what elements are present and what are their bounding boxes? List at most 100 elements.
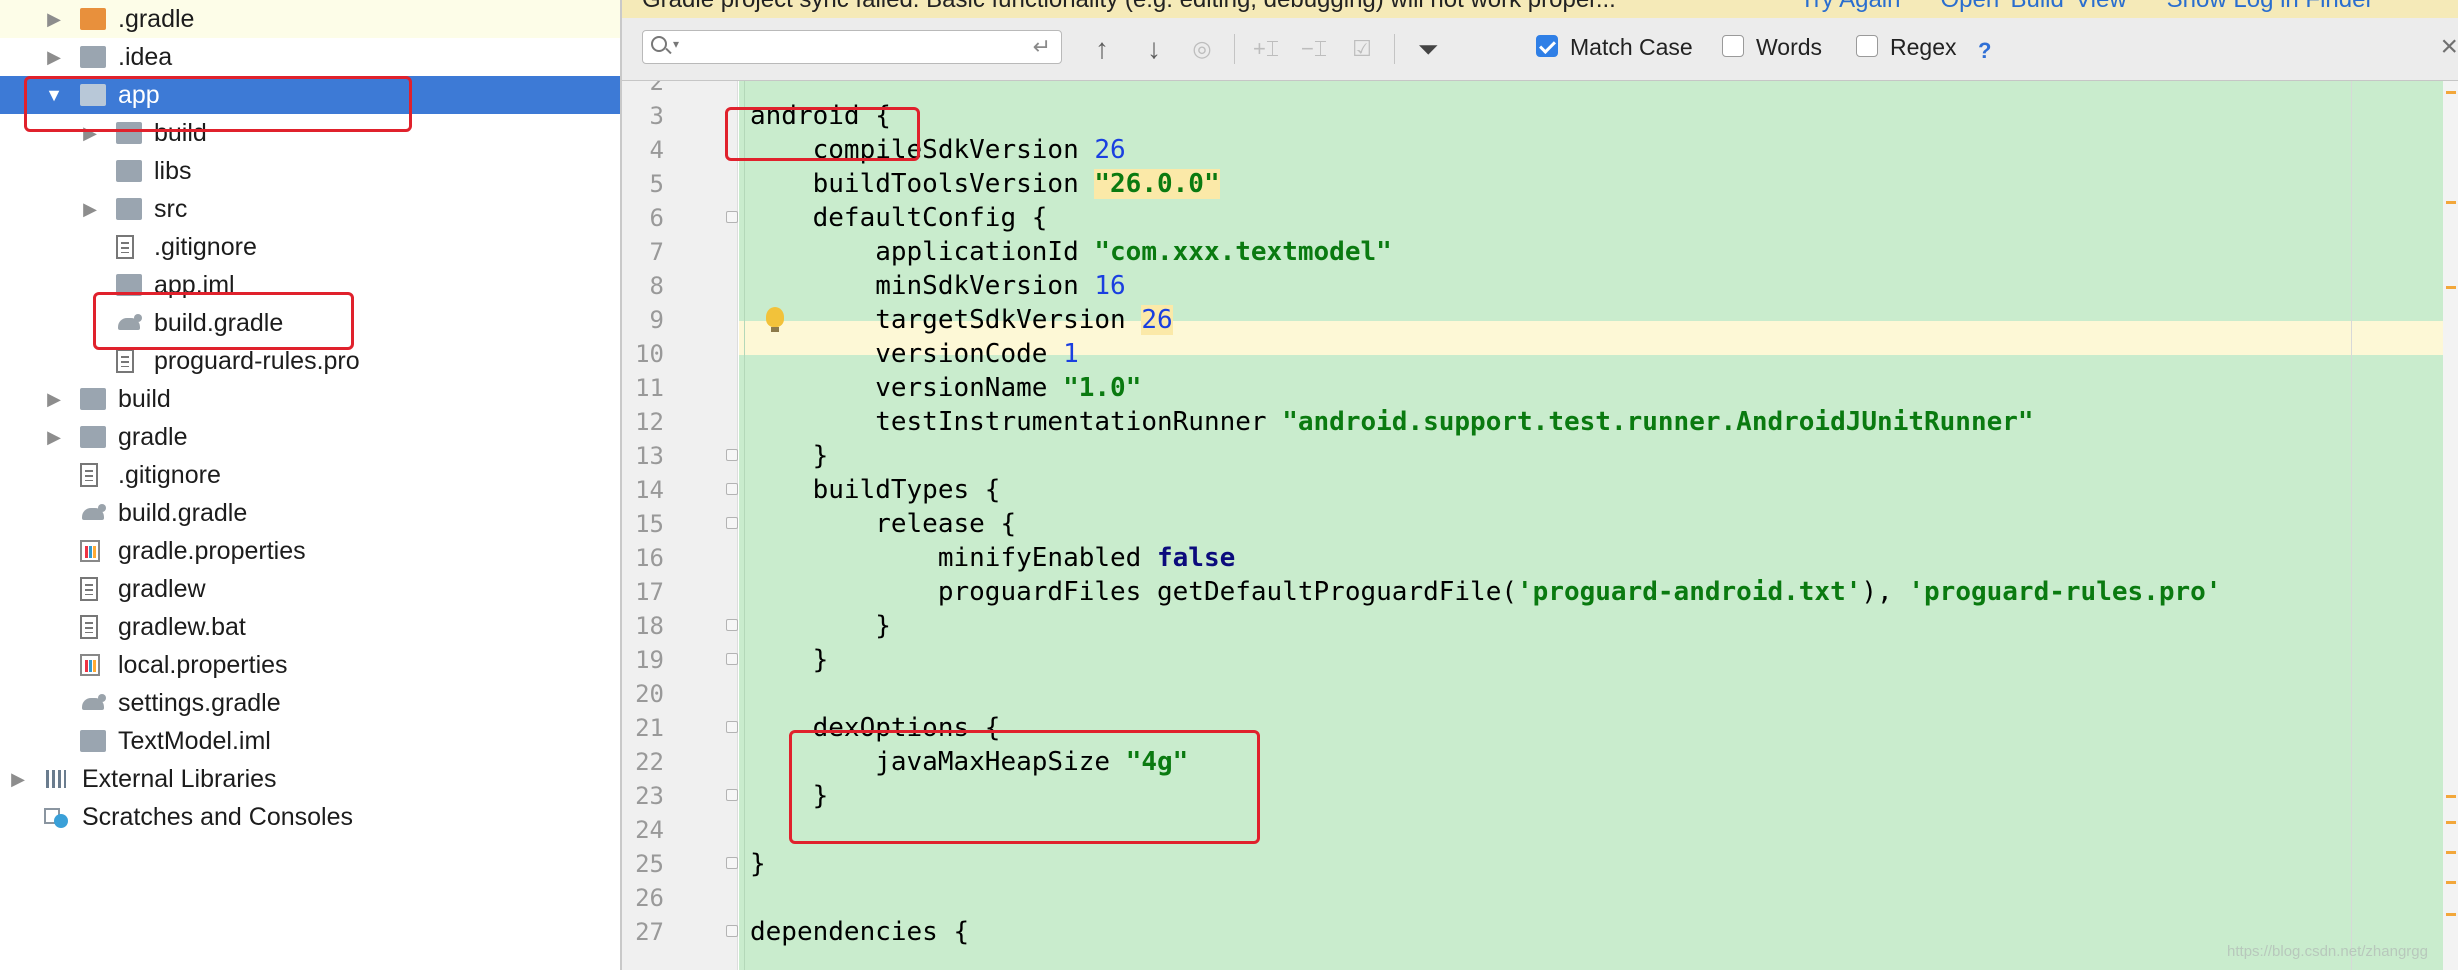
fold-marker-icon[interactable]	[726, 211, 738, 223]
regex-checkbox[interactable]	[1856, 35, 1878, 57]
code-token: 'proguard-rules.pro'	[1908, 577, 2222, 607]
code-line[interactable]: 17 proguardFiles getDefaultProguardFile(…	[622, 575, 2443, 609]
match-case-checkbox[interactable]	[1536, 35, 1558, 57]
tree-item[interactable]: TextModel.iml	[0, 722, 620, 760]
code-line[interactable]: 15 release {	[622, 507, 2443, 541]
expand-arrow-icon[interactable]: ▶	[80, 114, 100, 152]
warning-mark[interactable]	[2446, 851, 2456, 854]
fold-marker-icon[interactable]	[726, 517, 738, 529]
code-line[interactable]: 4 compileSdkVersion 26	[622, 133, 2443, 167]
select-all-occurrences-icon[interactable]: ◎	[1182, 32, 1222, 66]
tree-item[interactable]: libs	[0, 152, 620, 190]
close-find-icon[interactable]: ×	[2440, 30, 2458, 64]
code-editor[interactable]: 2 3 android {4 compileSdkVersion 26 5 build…	[622, 81, 2458, 970]
code-line[interactable]: 12 testInstrumentationRunner "android.su…	[622, 405, 2443, 439]
select-occurrences-icon[interactable]: ☑	[1342, 32, 1382, 66]
tree-item[interactable]: ▶ .gradle	[0, 0, 620, 38]
expand-arrow-icon[interactable]: ▶	[44, 380, 64, 418]
tree-item[interactable]: ▶ build	[0, 114, 620, 152]
expand-arrow-icon[interactable]: ▶	[44, 0, 64, 38]
tree-item[interactable]: ▶ src	[0, 190, 620, 228]
expand-arrow-icon[interactable]: ▶	[8, 760, 28, 798]
code-line[interactable]: 11 versionName "1.0"	[622, 371, 2443, 405]
code-line[interactable]: 19 }	[622, 643, 2443, 677]
code-token: proguardFiles getDefaultProguardFile(	[750, 577, 1518, 607]
code-line[interactable]: 13 }	[622, 439, 2443, 473]
open-build-view-link[interactable]: Open 'Build' View	[1941, 0, 2127, 13]
tree-item[interactable]: .gitignore	[0, 228, 620, 266]
find-input[interactable]	[689, 33, 1013, 63]
code-line[interactable]: 27 dependencies {	[622, 915, 2443, 949]
fold-marker-icon[interactable]	[726, 653, 738, 665]
code-line[interactable]: 26	[622, 881, 2443, 915]
fold-marker-icon[interactable]	[726, 449, 738, 461]
code-line[interactable]: 10 versionCode 1	[622, 337, 2443, 371]
find-bar: ▾ ↵ ↑ ↓ ◎ +⌶ −⌶ ☑ ⏷ Match Case Words Reg…	[622, 18, 2458, 81]
code-line[interactable]: 8 minSdkVersion 16	[622, 269, 2443, 303]
search-history-dropdown-icon[interactable]: ▾	[673, 37, 679, 51]
tree-item[interactable]: ▼ app	[0, 76, 620, 114]
tree-item[interactable]: app.iml	[0, 266, 620, 304]
fold-marker-icon[interactable]	[726, 857, 738, 869]
fold-marker-icon[interactable]	[726, 721, 738, 733]
remove-occurrence-icon[interactable]: −⌶	[1294, 32, 1334, 66]
try-again-link[interactable]: Try Again	[1800, 0, 1901, 13]
code-line[interactable]: 6 defaultConfig {	[622, 201, 2443, 235]
expand-arrow-icon[interactable]: ▶	[44, 38, 64, 76]
gradle-icon	[116, 312, 142, 334]
next-occurrence-button[interactable]: ↓	[1136, 32, 1172, 66]
warning-mark[interactable]	[2446, 913, 2456, 916]
tree-item[interactable]: build.gradle	[0, 494, 620, 532]
code-line[interactable]: 2	[622, 81, 2443, 99]
tree-item[interactable]: local.properties	[0, 646, 620, 684]
warning-mark[interactable]	[2446, 881, 2456, 884]
tree-item[interactable]: Scratches and Consoles	[0, 798, 620, 836]
code-line[interactable]: 14 buildTypes {	[622, 473, 2443, 507]
warning-mark[interactable]	[2446, 201, 2456, 204]
tree-item[interactable]: proguard-rules.pro	[0, 342, 620, 380]
tree-item[interactable]: build.gradle	[0, 304, 620, 342]
code-line[interactable]: 16 minifyEnabled false	[622, 541, 2443, 575]
words-checkbox[interactable]	[1722, 35, 1744, 57]
warning-mark[interactable]	[2446, 286, 2456, 289]
tree-item[interactable]: gradlew.bat	[0, 608, 620, 646]
find-field[interactable]: ▾ ↵	[642, 30, 1062, 64]
new-line-icon[interactable]: ↵	[1033, 34, 1051, 60]
tree-item[interactable]: ▶ External Libraries	[0, 760, 620, 798]
warning-mark[interactable]	[2446, 821, 2456, 824]
regex-help-link[interactable]: ?	[1978, 38, 1991, 64]
search-icon[interactable]	[651, 36, 667, 52]
error-stripe[interactable]	[2443, 81, 2458, 970]
previous-occurrence-button[interactable]: ↑	[1084, 32, 1120, 66]
code-line[interactable]: 23 }	[622, 779, 2443, 813]
filter-icon[interactable]: ⏷	[1408, 32, 1448, 66]
code-line[interactable]: 3 android {	[622, 99, 2443, 133]
code-line[interactable]: 22 javaMaxHeapSize "4g"	[622, 745, 2443, 779]
tree-item[interactable]: gradle.properties	[0, 532, 620, 570]
tree-item[interactable]: .gitignore	[0, 456, 620, 494]
code-line[interactable]: 7 applicationId "com.xxx.textmodel"	[622, 235, 2443, 269]
tree-item[interactable]: settings.gradle	[0, 684, 620, 722]
code-line[interactable]: 5 buildToolsVersion "26.0.0"	[622, 167, 2443, 201]
code-line[interactable]: 24	[622, 813, 2443, 847]
tree-item[interactable]: gradlew	[0, 570, 620, 608]
show-log-link[interactable]: Show Log in Finder	[2167, 0, 2374, 13]
fold-marker-icon[interactable]	[726, 483, 738, 495]
code-line[interactable]: 25}	[622, 847, 2443, 881]
code-line[interactable]: 20	[622, 677, 2443, 711]
expand-arrow-icon[interactable]: ▶	[44, 418, 64, 456]
code-line[interactable]: 21 dexOptions {	[622, 711, 2443, 745]
expand-arrow-icon[interactable]: ▶	[80, 190, 100, 228]
warning-mark[interactable]	[2446, 91, 2456, 94]
code-line[interactable]: 9 targetSdkVersion 26	[622, 303, 2443, 337]
tree-item[interactable]: ▶ gradle	[0, 418, 620, 456]
warning-mark[interactable]	[2446, 795, 2456, 798]
tree-item[interactable]: ▶ .idea	[0, 38, 620, 76]
fold-marker-icon[interactable]	[726, 619, 738, 631]
collapse-arrow-icon[interactable]: ▼	[44, 76, 64, 114]
code-line[interactable]: 18 }	[622, 609, 2443, 643]
fold-marker-icon[interactable]	[726, 925, 738, 937]
fold-marker-icon[interactable]	[726, 789, 738, 801]
add-occurrence-icon[interactable]: +⌶	[1246, 32, 1286, 66]
tree-item[interactable]: ▶ build	[0, 380, 620, 418]
